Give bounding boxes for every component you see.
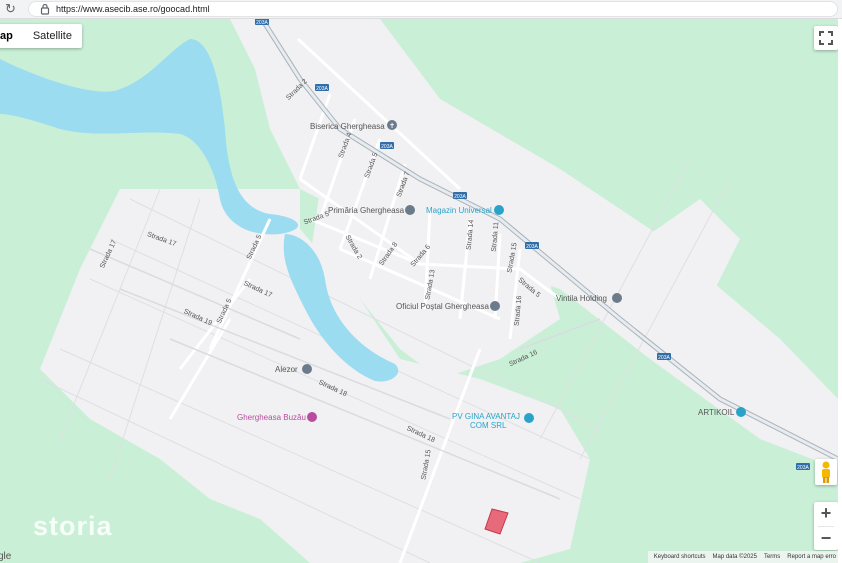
svg-text:203A: 203A bbox=[526, 244, 538, 250]
storia-watermark: storia bbox=[33, 511, 113, 541]
map-type-map-button[interactable]: ap bbox=[0, 24, 23, 48]
poi-label: Primăria Ghergheasa bbox=[328, 206, 405, 215]
svg-text:203A: 203A bbox=[797, 465, 809, 471]
poi-label: Ghergheasa Buzău bbox=[237, 413, 306, 422]
fullscreen-icon bbox=[819, 31, 833, 45]
shop-icon bbox=[494, 205, 504, 215]
poi-label: Biserica Ghergheasa bbox=[310, 122, 385, 131]
poi-primaria: Primăria Ghergheasa bbox=[328, 205, 415, 215]
svg-text:203A: 203A bbox=[381, 144, 393, 150]
poi-biserica: Biserica Ghergheasa ✝ bbox=[310, 120, 397, 131]
map-data-text: Map data ©2025 bbox=[712, 554, 757, 560]
poi-label: COM SRL bbox=[470, 421, 507, 430]
map-type-control: ap Satellite bbox=[0, 24, 82, 48]
svg-text:203A: 203A bbox=[316, 86, 328, 92]
poi-alezor: Alezor bbox=[275, 364, 312, 374]
pin-icon bbox=[307, 412, 317, 422]
shop-icon bbox=[524, 413, 534, 423]
svg-text:203A: 203A bbox=[256, 20, 268, 26]
street-label: Strada 16 bbox=[508, 349, 539, 368]
poi-oficiul: Oficiul Poștal Ghergheasa bbox=[396, 301, 500, 311]
route-shield: 203A bbox=[796, 463, 810, 471]
url-text: https://www.asecib.ase.ro/goocad.html bbox=[56, 4, 210, 14]
zoom-in-button[interactable]: + bbox=[814, 502, 838, 526]
poi-label: PV GINA AVANTAJ bbox=[452, 412, 520, 421]
map-canvas[interactable]: 203A 203A 203A 203A 203A 203A 203A Strad… bbox=[0, 19, 838, 563]
place-icon bbox=[612, 293, 622, 303]
google-logo[interactable]: gle bbox=[0, 551, 11, 562]
post-icon bbox=[490, 301, 500, 311]
poi-artikoil: ARTIKOIL bbox=[698, 407, 746, 417]
fuel-icon bbox=[736, 407, 746, 417]
zoom-control: + − bbox=[814, 502, 838, 550]
svg-text:✝: ✝ bbox=[389, 122, 395, 130]
browser-toolbar: ↻ https://www.asecib.ase.ro/goocad.html bbox=[0, 0, 842, 19]
poi-label: Magazin Universal bbox=[426, 206, 492, 215]
pegman-icon bbox=[822, 461, 830, 483]
zoom-out-button[interactable]: − bbox=[814, 527, 838, 551]
reload-icon[interactable]: ↻ bbox=[5, 2, 19, 16]
keyboard-shortcuts-link[interactable]: Keyboard shortcuts bbox=[654, 551, 706, 563]
svg-text:203A: 203A bbox=[658, 355, 670, 361]
townhall-icon bbox=[405, 205, 415, 215]
poi-ghergheasa-buzau: Ghergheasa Buzău bbox=[237, 412, 317, 422]
map-type-satellite-button[interactable]: Satellite bbox=[23, 24, 82, 48]
route-shield: 203A bbox=[255, 19, 269, 26]
map-layer: 203A 203A 203A 203A 203A 203A 203A Strad… bbox=[0, 19, 838, 563]
poi-label: Vintila Holding bbox=[556, 294, 607, 303]
place-icon bbox=[302, 364, 312, 374]
route-shield: 203A bbox=[525, 242, 539, 250]
svg-text:203A: 203A bbox=[454, 194, 466, 200]
lock-icon bbox=[40, 3, 50, 15]
report-error-link[interactable]: Report a map erro bbox=[787, 551, 836, 563]
poi-label: Alezor bbox=[275, 365, 298, 374]
map-attribution: Keyboard shortcuts Map data ©2025 Terms … bbox=[647, 551, 838, 563]
address-bar[interactable]: https://www.asecib.ase.ro/goocad.html bbox=[28, 1, 838, 17]
fullscreen-button[interactable] bbox=[814, 26, 838, 50]
route-shield: 203A bbox=[315, 84, 329, 92]
terms-link[interactable]: Terms bbox=[764, 551, 780, 563]
route-shield: 203A bbox=[453, 192, 467, 200]
street-view-pegman[interactable] bbox=[815, 459, 837, 485]
route-shield: 203A bbox=[380, 142, 394, 150]
poi-label: Oficiul Poștal Ghergheasa bbox=[396, 302, 489, 311]
route-shield: 203A bbox=[657, 353, 671, 361]
poi-label: ARTIKOIL bbox=[698, 408, 735, 417]
